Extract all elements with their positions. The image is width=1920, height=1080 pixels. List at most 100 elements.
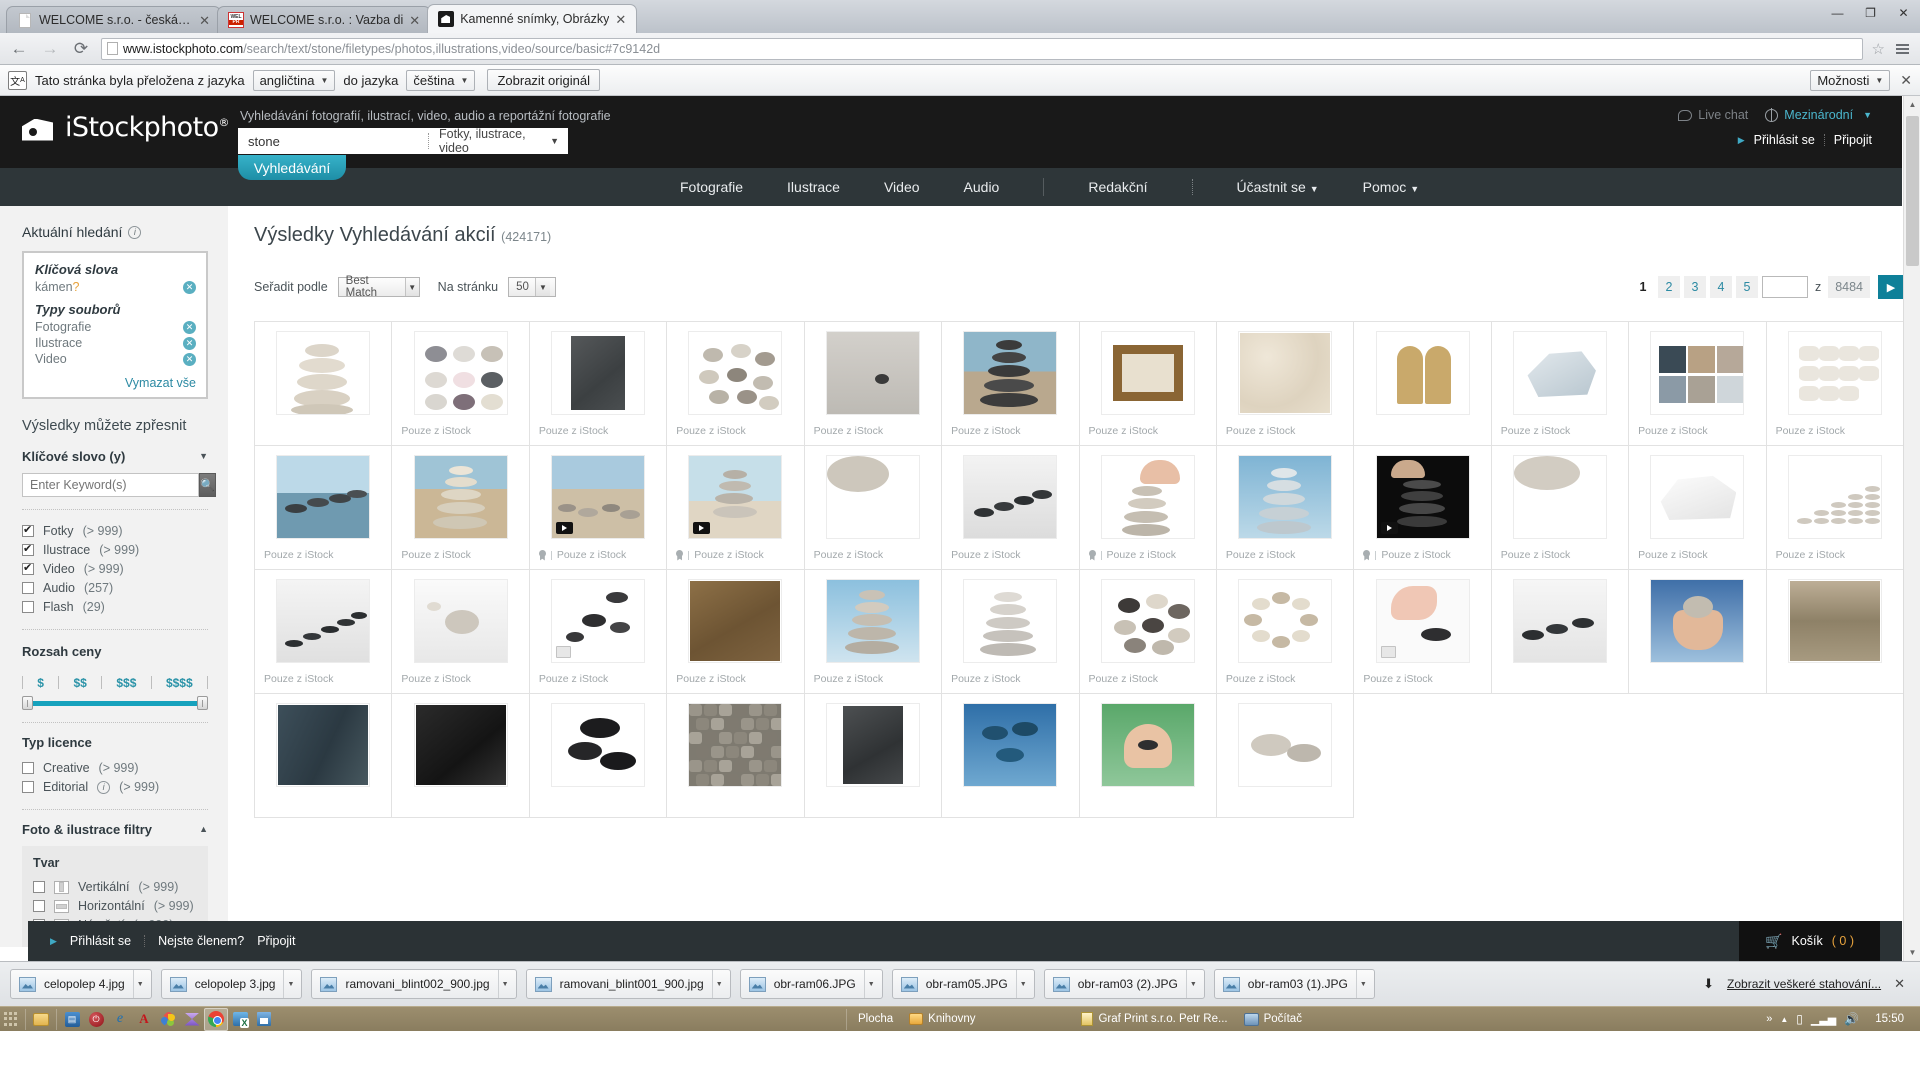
checkbox-icon[interactable] — [22, 561, 34, 576]
footer-sign-in-link[interactable]: Přihlásit se — [70, 934, 131, 948]
download-item[interactable]: celopolep 4.jpg ▼ — [10, 969, 152, 999]
checkbox-row-flash[interactable]: Flash (29) — [22, 598, 208, 617]
thumbnail-cell[interactable]: Pouze z iStock — [1354, 570, 1492, 694]
thumbnail-cell[interactable]: Pouze z iStock — [1079, 570, 1217, 694]
remove-filetype-icon[interactable]: ✕ — [183, 320, 196, 334]
thumbnail-cell[interactable]: Pouze z iStock — [942, 446, 1080, 570]
power-icon[interactable]: ⏻ — [84, 1008, 108, 1031]
page-2[interactable]: 2 — [1657, 276, 1680, 298]
thumbnail-cell[interactable] — [392, 694, 530, 818]
thumbnail-cell[interactable] — [1491, 570, 1630, 694]
thumbnail-cell[interactable] — [667, 694, 805, 818]
translate-close-icon[interactable]: ✕ — [1900, 72, 1912, 89]
chrome-icon[interactable] — [204, 1007, 228, 1031]
thumbnail-cell[interactable] — [255, 694, 393, 818]
cart-button[interactable]: 🛒 Košík ( 0 ) — [1739, 921, 1880, 961]
chevron-down-icon[interactable]: ▼ — [711, 970, 726, 998]
checkbox-icon[interactable] — [22, 582, 34, 595]
checkbox-row-video[interactable]: Video (> 999) — [22, 560, 208, 579]
save-icon[interactable] — [252, 1008, 276, 1031]
slider-handle-max[interactable] — [197, 695, 208, 710]
nav-photos[interactable]: Fotografie — [680, 179, 743, 195]
start-button[interactable] — [0, 1007, 22, 1032]
tab-close-icon[interactable]: ✕ — [409, 14, 420, 27]
excel-icon[interactable] — [228, 1008, 252, 1031]
address-bar[interactable]: www.istockphoto.com/search/text/stone/fi… — [101, 37, 1863, 60]
browser-tab-1[interactable]: WELCOME s.r.o. - česká ve ✕ — [6, 6, 221, 33]
target-language-select[interactable]: čeština ▼ — [406, 69, 476, 91]
chevron-up-icon[interactable]: ▲ — [1780, 1015, 1788, 1024]
thumbnail-cell[interactable]: Pouze z iStock — [804, 322, 943, 446]
taskbar-item-plocha[interactable]: Plocha — [850, 1013, 901, 1025]
browser-tab-3[interactable]: Kamenné snímky, Obrázky ✕ — [427, 4, 638, 33]
thumbnail-cell[interactable]: Pouze z iStock — [392, 570, 530, 694]
slider-handle-min[interactable] — [22, 695, 33, 710]
download-item[interactable]: obr-ram03 (2).JPG ▼ — [1043, 969, 1205, 999]
thumbnail-cell[interactable]: Pouze z iStock — [529, 446, 668, 570]
show-all-downloads-link[interactable]: Zobrazit veškeré stahování... — [1727, 977, 1881, 991]
internet-explorer-icon[interactable]: e — [108, 1008, 132, 1031]
maximize-button[interactable]: ❐ — [1854, 2, 1887, 23]
thumbnail-cell[interactable] — [529, 694, 668, 818]
thumbnail-cell[interactable]: Pouze z iStock — [392, 446, 530, 570]
per-page-select[interactable]: 50 ▼ — [508, 277, 557, 297]
thumbnail-cell[interactable] — [1079, 694, 1217, 818]
nav-audio[interactable]: Audio — [964, 179, 1000, 195]
checkbox-row-vertical[interactable]: Vertikální (> 999) — [33, 878, 197, 897]
scroll-down-icon[interactable]: ▼ — [1904, 944, 1920, 961]
checkbox-row-fotky[interactable]: Fotky (> 999) — [22, 522, 208, 541]
thumbnail-cell[interactable]: Pouze z iStock — [255, 446, 393, 570]
thumbnail-cell[interactable] — [1216, 694, 1355, 818]
nav-account[interactable]: Účastnit se ▼ — [1237, 179, 1319, 195]
bookmark-star-icon[interactable]: ☆ — [1872, 40, 1885, 58]
thumbnail-cell[interactable] — [1766, 570, 1904, 694]
thumbnail-cell[interactable]: Pouze z iStock — [1629, 446, 1767, 570]
chevron-down-icon[interactable]: ▼ — [1355, 970, 1370, 998]
page-number-input[interactable] — [1761, 276, 1808, 298]
thumbnail-cell[interactable] — [1629, 570, 1767, 694]
nav-editorial[interactable]: Redakční — [1088, 179, 1147, 195]
thumbnail-cell[interactable]: Pouze z iStock — [1766, 322, 1904, 446]
back-icon[interactable]: ← — [8, 38, 30, 60]
page-5[interactable]: 5 — [1735, 276, 1758, 298]
thumbnail-cell[interactable]: Pouze z iStock — [392, 322, 530, 446]
checkbox-icon[interactable] — [22, 523, 34, 538]
photo-illustration-filters-heading[interactable]: Foto & ilustrace filtry ▲ — [22, 822, 208, 837]
search-icon[interactable]: 🔍 — [199, 472, 216, 497]
scroll-up-icon[interactable]: ▲ — [1904, 96, 1920, 113]
checkbox-icon[interactable] — [22, 542, 34, 557]
thumbnail-cell[interactable]: Pouze z iStock — [1216, 570, 1355, 694]
checkbox-row-creative[interactable]: Creative (> 999) — [22, 759, 208, 778]
show-original-button[interactable]: Zobrazit originál — [487, 69, 600, 91]
sign-in-link[interactable]: Přihlásit se — [1754, 133, 1815, 147]
page-3[interactable]: 3 — [1683, 276, 1706, 298]
signal-icon[interactable]: ▁▃▅ — [1811, 1013, 1836, 1026]
blue-app-icon[interactable]: ▤ — [60, 1008, 84, 1031]
clear-all-link[interactable]: Vymazat vše — [35, 376, 196, 390]
thumbnail-cell[interactable] — [804, 694, 943, 818]
thumbnail-cell[interactable]: Pouze z iStock — [1079, 322, 1217, 446]
live-chat-link[interactable]: Live chat — [1678, 108, 1748, 122]
download-item[interactable]: ramovani_blint002_900.jpg ▼ — [311, 969, 517, 999]
folder-icon[interactable] — [29, 1008, 53, 1031]
remove-keyword-icon[interactable]: ✕ — [183, 280, 196, 294]
forward-icon[interactable]: → — [39, 38, 61, 60]
thumbnail-cell[interactable]: Pouze z iStock — [667, 570, 805, 694]
flower-icon[interactable] — [156, 1008, 180, 1031]
search-button[interactable]: Vyhledávání — [238, 155, 346, 180]
checkbox-row-audio[interactable]: Audio (257) — [22, 579, 208, 598]
thumbnail-cell[interactable]: Pouze z iStock — [1216, 446, 1355, 570]
join-link[interactable]: Připojit — [1834, 133, 1872, 147]
translate-options-button[interactable]: Možnosti ▼ — [1810, 69, 1891, 91]
checkbox-icon[interactable] — [22, 601, 34, 614]
search-input[interactable] — [238, 133, 428, 149]
media-icon[interactable] — [180, 1008, 204, 1031]
download-item[interactable]: ramovani_blint001_900.jpg ▼ — [525, 969, 731, 999]
download-item[interactable]: obr-ram05.JPG ▼ — [891, 969, 1035, 999]
thumbnail-cell[interactable]: Pouze z iStock — [1629, 322, 1767, 446]
thumbnail-cell[interactable]: Pouze z iStock — [1354, 446, 1492, 570]
thumbnail-cell[interactable]: Pouze z iStock — [1491, 322, 1630, 446]
remove-filetype-icon[interactable]: ✕ — [183, 336, 196, 350]
thumbnail-cell[interactable]: Pouze z iStock — [804, 446, 943, 570]
chrome-menu-icon[interactable] — [1893, 41, 1912, 57]
